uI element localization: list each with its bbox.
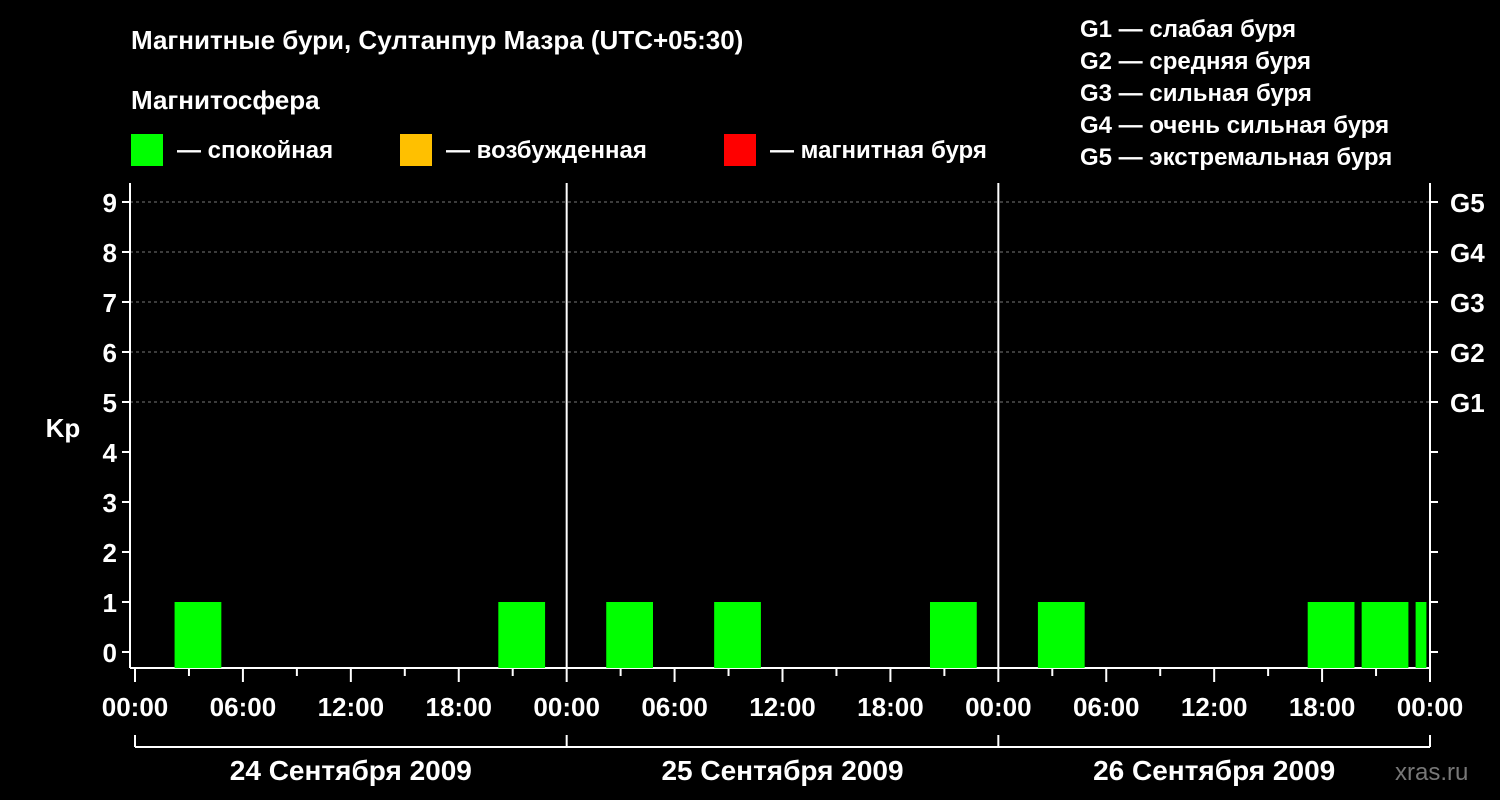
- y-tick-label: 7: [103, 288, 117, 318]
- g-level-label: G5: [1450, 188, 1485, 218]
- x-tick-label: 00:00: [102, 692, 169, 722]
- kp-bar: [606, 602, 653, 668]
- x-tick-label: 06:00: [1073, 692, 1140, 722]
- x-tick-label: 00:00: [533, 692, 600, 722]
- kp-bar: [498, 602, 546, 668]
- g-level-label: G1: [1450, 388, 1485, 418]
- y-tick-label: 6: [103, 338, 117, 368]
- x-tick-label: 06:00: [641, 692, 708, 722]
- y-tick-label: 0: [103, 638, 117, 668]
- x-tick-label: 06:00: [210, 692, 277, 722]
- x-tick-label: 18:00: [857, 692, 924, 722]
- y-tick-label: 9: [103, 188, 117, 218]
- g-scale-g4: G4 — очень сильная буря: [1080, 112, 1389, 139]
- kp-bar: [1415, 602, 1427, 668]
- x-tick-label: 18:00: [1289, 692, 1356, 722]
- kp-bar: [1307, 602, 1355, 668]
- x-tick-label: 12:00: [318, 692, 385, 722]
- kp-bar: [714, 602, 761, 668]
- day-label: 24 Сентября 2009: [230, 755, 472, 786]
- y-tick-label: 2: [103, 538, 117, 568]
- y-tick-label: 4: [103, 438, 118, 468]
- legend-title: Магнитосфера: [131, 85, 320, 115]
- plot-area: 0 1 2 3 4 5 6 7 8 9 G1 G2 G3 G4 G5 00:00 06:00 12:00 18:00…: [102, 183, 1485, 786]
- y-tick-label: 1: [103, 588, 117, 618]
- x-tick-label: 00:00: [1397, 692, 1464, 722]
- x-tick-label: 12:00: [1181, 692, 1248, 722]
- x-tick-label: 00:00: [965, 692, 1032, 722]
- kp-bar: [1037, 602, 1085, 668]
- g-scale-g3: G3 — сильная буря: [1080, 80, 1312, 107]
- chart-title: Магнитные бури, Султанпур Мазра (UTC+05:…: [131, 25, 743, 55]
- x-tick-label: 12:00: [749, 692, 816, 722]
- legend-swatch-storm: [724, 134, 756, 166]
- watermark: xras.ru: [1395, 759, 1468, 786]
- kp-bar: [929, 602, 977, 668]
- y-tick-label: 5: [103, 388, 117, 418]
- kp-bar: [1361, 602, 1409, 668]
- g-level-label: G3: [1450, 288, 1485, 318]
- day-label: 25 Сентября 2009: [661, 755, 903, 786]
- g-scale-g5: G5 — экстремальная буря: [1080, 144, 1392, 171]
- legend-label-active: — возбужденная: [446, 137, 647, 164]
- legend-swatch-active: [400, 134, 432, 166]
- y-axis-label: Kp: [46, 413, 81, 443]
- g-scale-g2: G2 — средняя буря: [1080, 48, 1311, 75]
- day-label: 26 Сентября 2009: [1093, 755, 1335, 786]
- legend-label-storm: — магнитная буря: [770, 137, 987, 164]
- g-level-label: G2: [1450, 338, 1485, 368]
- g-scale-g1: G1 — слабая буря: [1080, 16, 1296, 43]
- g-level-label: G4: [1450, 238, 1485, 268]
- legend-swatch-quiet: [131, 134, 163, 166]
- kp-bar: [174, 602, 222, 668]
- kp-chart: Магнитные бури, Султанпур Мазра (UTC+05:…: [46, 16, 1486, 786]
- legend-label-quiet: — спокойная: [177, 137, 333, 164]
- y-tick-label: 3: [103, 488, 117, 518]
- y-tick-label: 8: [103, 238, 117, 268]
- x-tick-label: 18:00: [426, 692, 493, 722]
